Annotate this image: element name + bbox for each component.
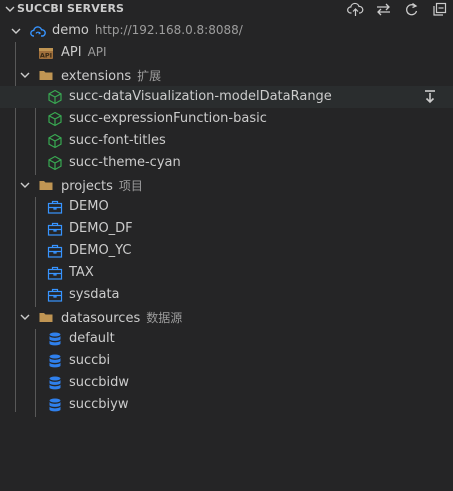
chevron-down-icon[interactable] [20, 312, 30, 322]
datasource-label: succbidw [69, 375, 130, 390]
folder-icon [39, 71, 53, 80]
chevron-down-icon[interactable] [20, 70, 30, 80]
project-label: DEMO_DF [69, 221, 133, 236]
api-row[interactable]: API API API [0, 42, 453, 64]
chevron-down-icon[interactable] [5, 4, 15, 14]
cube-icon [48, 133, 62, 149]
cube-icon [48, 111, 62, 127]
project-label: DEMO_YC [69, 243, 132, 258]
download-icon[interactable] [422, 89, 438, 105]
cloud-sync-icon [30, 26, 46, 37]
project-label: TAX [69, 265, 94, 280]
server-name: demo [52, 23, 89, 38]
api-desc: API [87, 45, 107, 59]
datasource-item[interactable]: succbidw [0, 372, 453, 394]
extension-label: succ-theme-cyan [69, 155, 181, 170]
datasource-label: default [69, 331, 115, 346]
project-label: sysdata [69, 287, 120, 302]
database-icon [49, 332, 61, 346]
datasource-label: succbiyw [69, 397, 129, 412]
extension-item[interactable]: succ-theme-cyan [0, 152, 453, 174]
folder-desc: 项目 [118, 179, 143, 193]
datasource-item[interactable]: default [0, 328, 453, 350]
folder-icon [39, 313, 53, 322]
refresh-icon[interactable] [403, 1, 420, 18]
extension-item[interactable]: succ-expressionFunction-basic [0, 108, 453, 130]
folder-icon [39, 181, 53, 190]
briefcase-icon [47, 288, 63, 302]
briefcase-icon [47, 244, 63, 258]
cloud-upload-icon[interactable] [347, 1, 364, 18]
folder-label: extensions 扩展 [61, 67, 161, 84]
datasource-label: succbi [69, 353, 111, 368]
api-name: API [61, 45, 82, 60]
folder-datasources[interactable]: datasources 数据源 [0, 306, 453, 328]
api-label: API API [61, 45, 107, 60]
project-item[interactable]: DEMO_YC [0, 240, 453, 262]
project-item[interactable]: DEMO_DF [0, 218, 453, 240]
folder-label: datasources 数据源 [61, 309, 182, 326]
server-row[interactable]: demo http://192.168.0.8:8088/ [0, 20, 453, 42]
datasource-item[interactable]: succbiyw [0, 394, 453, 416]
extension-item[interactable]: succ-font-titles [0, 130, 453, 152]
folder-label: projects 项目 [61, 177, 143, 194]
sync-icon[interactable] [375, 1, 392, 18]
briefcase-icon [47, 266, 63, 280]
folder-name: extensions [61, 69, 132, 84]
project-item[interactable]: TAX [0, 262, 453, 284]
datasource-item[interactable]: succbi [0, 350, 453, 372]
project-label: DEMO [69, 199, 109, 214]
extension-label: succ-dataVisualization-modelDataRange [69, 89, 332, 104]
collapse-all-icon[interactable] [431, 1, 448, 18]
extension-item[interactable]: succ-dataVisualization-modelDataRange [0, 86, 453, 108]
cube-icon [48, 155, 62, 171]
extension-label: succ-expressionFunction-basic [69, 111, 267, 126]
briefcase-icon [47, 222, 63, 236]
folder-projects[interactable]: projects 项目 [0, 174, 453, 196]
api-icon: API [39, 48, 53, 60]
extension-label: succ-font-titles [69, 133, 166, 148]
cube-icon [48, 89, 62, 105]
server-url: http://192.168.0.8:8088/ [94, 23, 243, 37]
folder-name: projects [61, 179, 113, 194]
folder-desc: 扩展 [137, 69, 162, 83]
project-item[interactable]: sysdata [0, 284, 453, 306]
project-item[interactable]: DEMO [0, 196, 453, 218]
briefcase-icon [47, 200, 63, 214]
server-label: demo http://192.168.0.8:8088/ [52, 23, 243, 38]
folder-desc: 数据源 [146, 311, 183, 325]
database-icon [49, 354, 61, 368]
database-icon [49, 376, 61, 390]
chevron-down-icon[interactable] [11, 26, 21, 36]
database-icon [49, 398, 61, 412]
svg-text:API: API [40, 52, 52, 60]
panel-header: SUCCBI SERVERS [0, 0, 453, 18]
chevron-down-icon[interactable] [20, 180, 30, 190]
folder-extensions[interactable]: extensions 扩展 [0, 64, 453, 86]
folder-name: datasources [61, 311, 141, 326]
panel-title: SUCCBI SERVERS [17, 2, 125, 15]
